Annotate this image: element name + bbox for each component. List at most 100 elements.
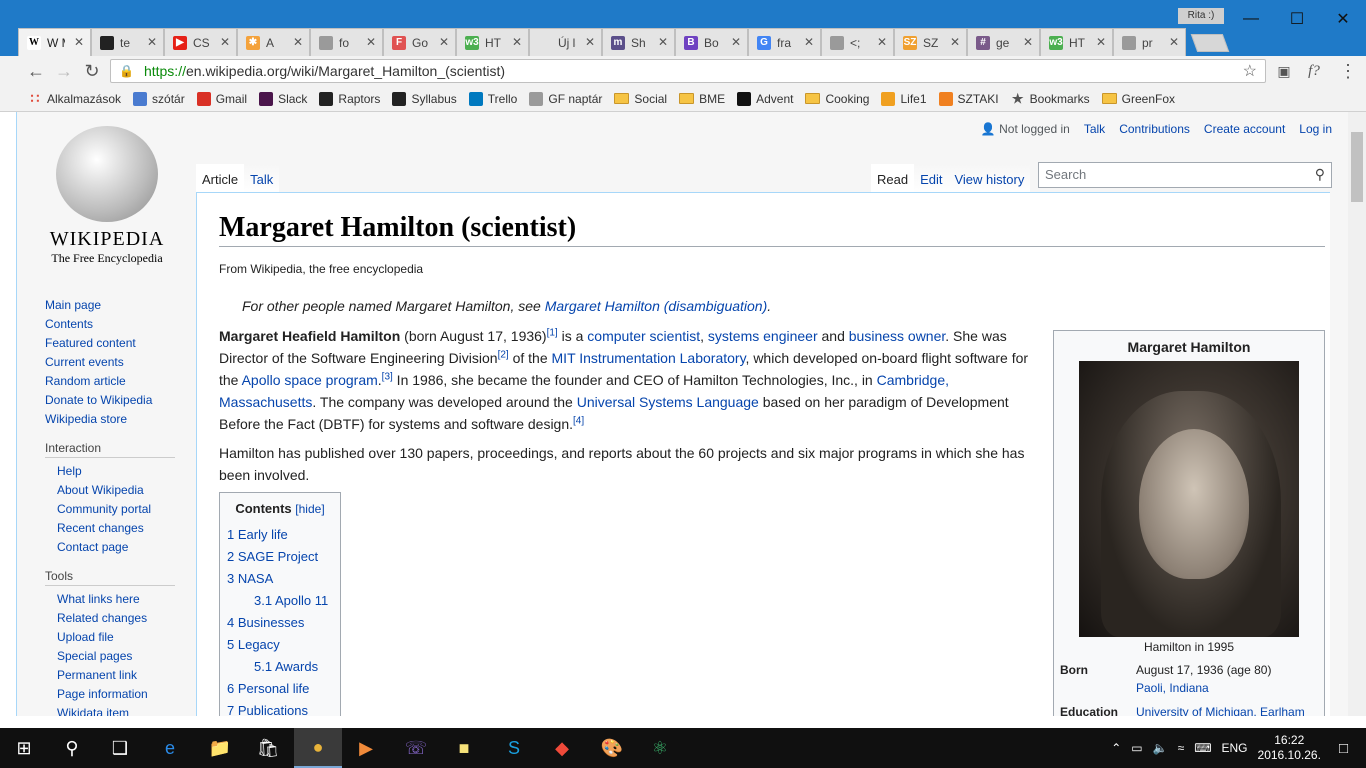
paint-icon[interactable]: 🎨 bbox=[588, 728, 636, 768]
forward-icon[interactable]: → bbox=[52, 60, 76, 82]
bookmark-item[interactable]: Gmail bbox=[196, 91, 247, 106]
browser-tab[interactable]: pr ✕ bbox=[1113, 28, 1186, 56]
bookmark-item[interactable]: GF naptár bbox=[529, 91, 602, 106]
tab-talk[interactable]: Talk bbox=[244, 164, 280, 194]
action-center-icon[interactable]: □ bbox=[1339, 740, 1348, 757]
ref-4[interactable]: [4] bbox=[573, 415, 584, 426]
tab-close-icon[interactable]: ✕ bbox=[147, 35, 157, 49]
ref-3[interactable]: [3] bbox=[382, 371, 393, 382]
link-usl[interactable]: Universal Systems Language bbox=[577, 394, 759, 410]
link-apollo[interactable]: Apollo space program bbox=[242, 372, 378, 388]
tab-close-icon[interactable]: ✕ bbox=[366, 35, 376, 49]
browser-tab[interactable]: F Go ✕ bbox=[383, 28, 456, 56]
skype-icon[interactable]: S bbox=[490, 728, 538, 768]
address-bar[interactable]: 🔒 https://en.wikipedia.org/wiki/Margaret… bbox=[110, 59, 1266, 83]
sidebar-link[interactable]: Recent changes bbox=[57, 519, 195, 538]
sidebar-link[interactable]: Special pages bbox=[57, 647, 195, 666]
git-icon[interactable]: ◆ bbox=[538, 728, 586, 768]
language-indicator[interactable]: ENG bbox=[1222, 741, 1248, 755]
tab-close-icon[interactable]: ✕ bbox=[74, 35, 84, 49]
edge-icon[interactable]: e bbox=[146, 728, 194, 768]
tab-view-history[interactable]: View history bbox=[948, 164, 1031, 194]
sidebar-link[interactable]: Wikidata item bbox=[57, 704, 195, 716]
bookmark-item[interactable]: szótár bbox=[133, 91, 185, 106]
bookmark-item[interactable]: SZTAKI bbox=[938, 91, 999, 106]
reload-icon[interactable]: ↻ bbox=[80, 60, 104, 82]
formula-extension-icon[interactable]: f? bbox=[1302, 60, 1326, 82]
tab-close-icon[interactable]: ✕ bbox=[950, 35, 960, 49]
link-mit-lab[interactable]: MIT Instrumentation Laboratory bbox=[552, 350, 746, 366]
toc-item[interactable]: 1 Early life bbox=[227, 524, 333, 546]
sidebar-link[interactable]: Contents bbox=[45, 315, 195, 334]
minimize-button[interactable]: — bbox=[1228, 0, 1274, 38]
bookmark-item[interactable]: Trello bbox=[468, 91, 517, 106]
bookmark-item[interactable]: Advent bbox=[737, 91, 793, 106]
clock[interactable]: 16:22 2016.10.26. bbox=[1258, 733, 1321, 763]
browser-tab[interactable]: SZ SZ ✕ bbox=[894, 28, 967, 56]
browser-tab[interactable]: W W M ✕ bbox=[18, 28, 91, 56]
menu-icon[interactable]: ⋮ bbox=[1336, 60, 1360, 82]
toc-item[interactable]: 4 Businesses bbox=[227, 612, 333, 634]
toc-item[interactable]: 3 NASA bbox=[227, 568, 333, 590]
sidebar-link[interactable]: Related changes bbox=[57, 609, 195, 628]
search-icon[interactable]: ⚲ bbox=[48, 728, 96, 768]
profile-badge[interactable]: Rita :) bbox=[1178, 8, 1224, 24]
contributions-link[interactable]: Contributions bbox=[1119, 122, 1190, 136]
show-hidden-icons[interactable]: ⌃ bbox=[1111, 741, 1121, 755]
link-business-owner[interactable]: business owner bbox=[849, 328, 946, 344]
browser-tab[interactable]: w3 HT ✕ bbox=[1040, 28, 1113, 56]
media-player-icon[interactable]: ▶ bbox=[342, 728, 390, 768]
sidebar-link[interactable]: About Wikipedia bbox=[57, 481, 195, 500]
sidebar-link[interactable]: Help bbox=[57, 462, 195, 481]
bookmark-item[interactable]: Slack bbox=[259, 91, 307, 106]
bookmark-star-icon[interactable]: ☆ bbox=[1243, 61, 1257, 81]
toc-hide-link[interactable]: [hide] bbox=[295, 502, 324, 516]
battery-icon[interactable]: ▭ bbox=[1131, 741, 1142, 755]
sidebar-link[interactable]: Random article bbox=[45, 372, 195, 391]
vertical-scrollbar[interactable] bbox=[1348, 112, 1366, 716]
toc-item[interactable]: 2 SAGE Project bbox=[227, 546, 333, 568]
tab-read[interactable]: Read bbox=[871, 164, 915, 194]
network-icon[interactable]: ≈ bbox=[1178, 741, 1185, 755]
search-input[interactable]: Search ⚲ bbox=[1038, 162, 1332, 188]
tab-close-icon[interactable]: ✕ bbox=[877, 35, 887, 49]
tab-close-icon[interactable]: ✕ bbox=[1023, 35, 1033, 49]
toc-item[interactable]: 6 Personal life bbox=[227, 678, 333, 700]
sticky-notes-icon[interactable]: ■ bbox=[440, 728, 488, 768]
create-account-link[interactable]: Create account bbox=[1204, 122, 1285, 136]
bookmark-item[interactable]: ∷ Alkalmazások bbox=[28, 90, 122, 106]
extension-icon[interactable]: ▣ bbox=[1272, 60, 1296, 82]
browser-tab[interactable]: Új lap ✕ bbox=[529, 28, 602, 56]
search-icon[interactable]: ⚲ bbox=[1315, 166, 1325, 183]
disambiguation-link[interactable]: Margaret Hamilton (disambiguation) bbox=[545, 298, 768, 314]
tab-close-icon[interactable]: ✕ bbox=[804, 35, 814, 49]
sidebar-link[interactable]: What links here bbox=[57, 590, 195, 609]
tab-close-icon[interactable]: ✕ bbox=[585, 35, 595, 49]
browser-tab[interactable]: te ✕ bbox=[91, 28, 164, 56]
bookmark-item[interactable]: Raptors bbox=[319, 91, 380, 106]
browser-tab[interactable]: B Bo ✕ bbox=[675, 28, 748, 56]
task-view-icon[interactable]: ❑ bbox=[96, 728, 144, 768]
talk-link[interactable]: Talk bbox=[1084, 122, 1105, 136]
input-indicator-icon[interactable]: ⌨ bbox=[1194, 741, 1211, 755]
bookmark-item[interactable]: Life1 bbox=[881, 91, 927, 106]
volume-icon[interactable]: 🔈 bbox=[1153, 741, 1168, 755]
bookmark-item[interactable]: Syllabus bbox=[392, 91, 457, 106]
tab-close-icon[interactable]: ✕ bbox=[439, 35, 449, 49]
bookmark-item[interactable]: GreenFox bbox=[1101, 92, 1175, 106]
tab-article[interactable]: Article bbox=[196, 164, 245, 194]
maximize-button[interactable]: ☐ bbox=[1274, 0, 1320, 38]
sidebar-link[interactable]: Community portal bbox=[57, 500, 195, 519]
browser-tab[interactable]: w3 HT ✕ bbox=[456, 28, 529, 56]
tab-close-icon[interactable]: ✕ bbox=[293, 35, 303, 49]
sidebar-link[interactable]: Upload file bbox=[57, 628, 195, 647]
sidebar-link[interactable]: Donate to Wikipedia bbox=[45, 391, 195, 410]
toc-item[interactable]: 7 Publications bbox=[227, 700, 333, 716]
browser-tab[interactable]: # ge ✕ bbox=[967, 28, 1040, 56]
tab-close-icon[interactable]: ✕ bbox=[512, 35, 522, 49]
sidebar-link[interactable]: Main page bbox=[45, 296, 195, 315]
tab-close-icon[interactable]: ✕ bbox=[1096, 35, 1106, 49]
store-icon[interactable]: 🛍 bbox=[244, 728, 292, 768]
close-window-button[interactable]: ✕ bbox=[1320, 0, 1366, 38]
start-icon[interactable]: ⊞ bbox=[0, 728, 48, 768]
